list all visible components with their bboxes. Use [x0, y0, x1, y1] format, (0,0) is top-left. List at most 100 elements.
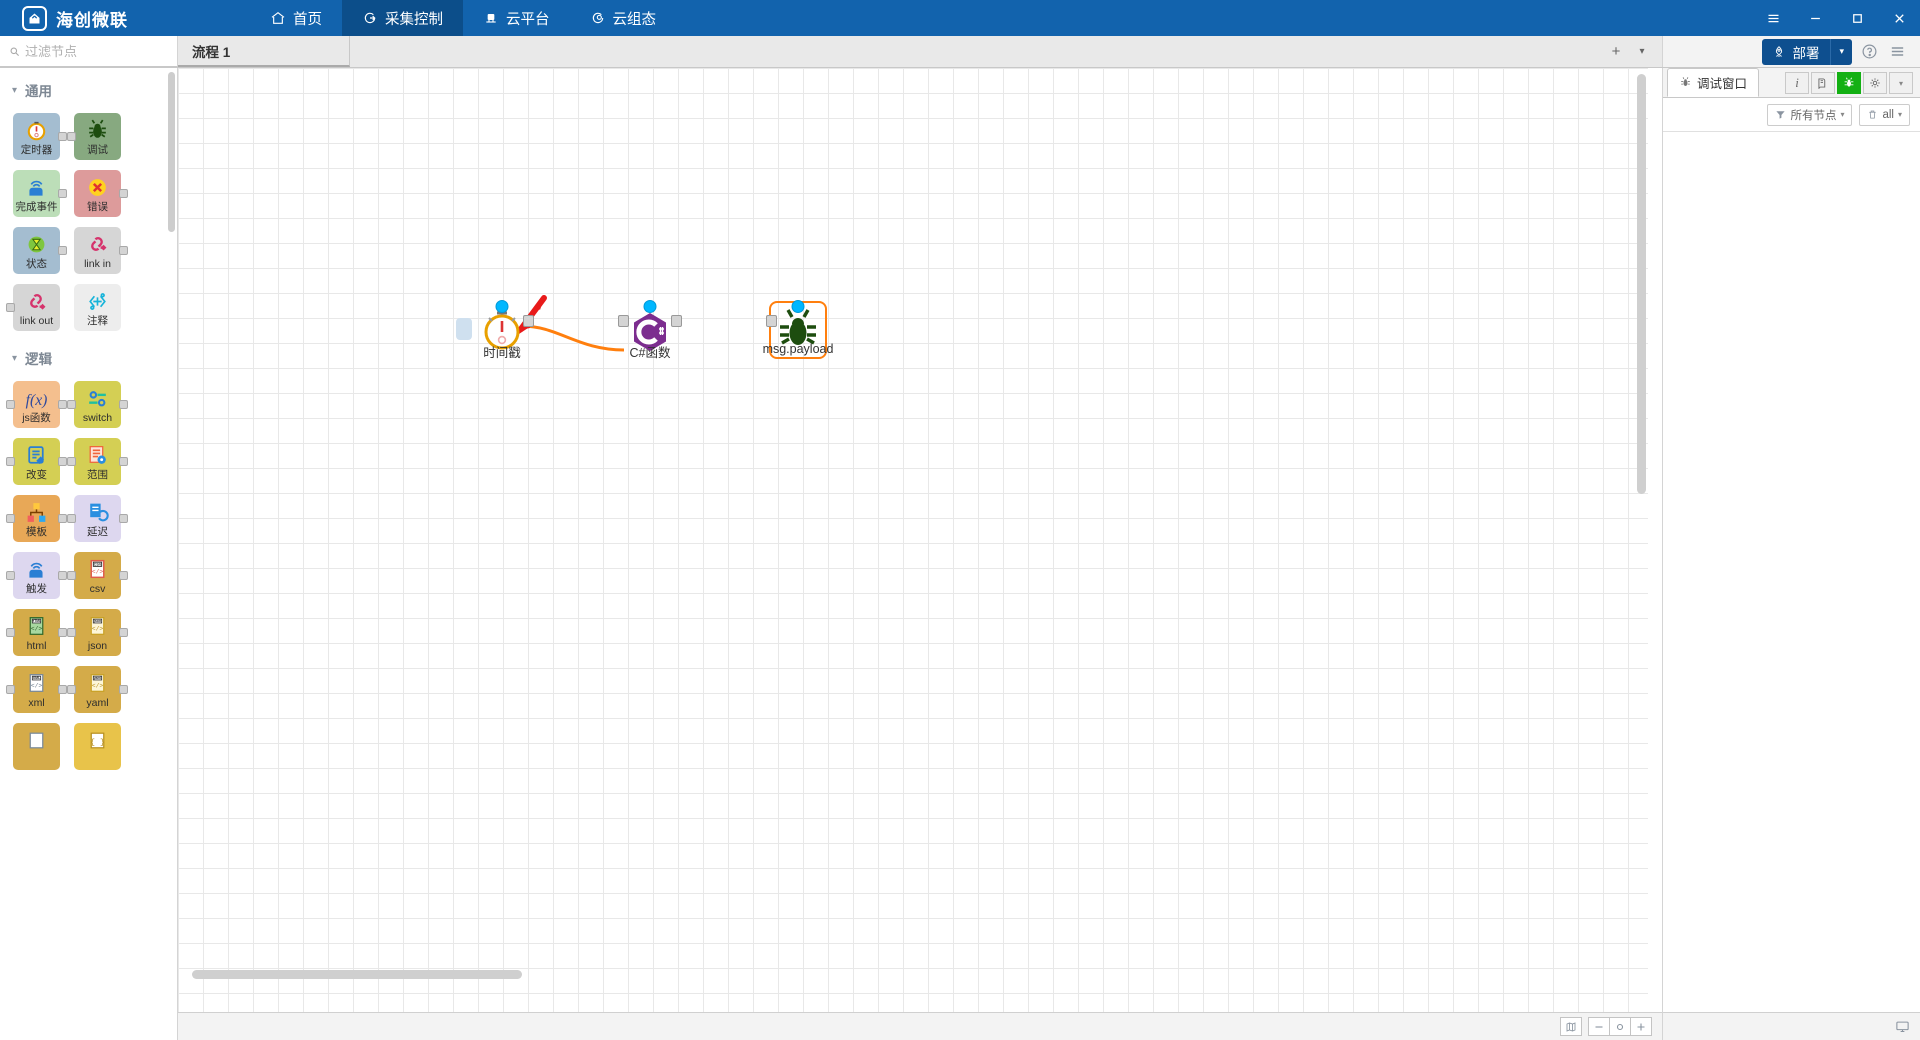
canvas-vertical-scrollbar[interactable] [1637, 74, 1646, 494]
map-navigator-icon[interactable] [1560, 1017, 1582, 1036]
palette-category-logic[interactable]: ▾ 逻辑 [0, 336, 177, 376]
palette-node-link-out[interactable]: link out [6, 284, 60, 331]
palette-node-status[interactable]: 状态 [13, 227, 67, 274]
flow-menu-button[interactable]: ▾ [1630, 40, 1654, 64]
debug-message-list[interactable] [1663, 132, 1920, 1012]
canvas-node-timestamp[interactable]: 时间戳 [456, 300, 534, 360]
palette-node-trigger[interactable]: 触发 [6, 552, 67, 599]
input-port[interactable] [6, 685, 15, 694]
output-port[interactable] [58, 571, 67, 580]
output-port[interactable] [119, 246, 128, 255]
input-port[interactable] [67, 514, 76, 523]
node-status-dot[interactable] [643, 300, 657, 313]
output-port[interactable] [58, 400, 67, 409]
input-port[interactable] [6, 400, 15, 409]
palette-node-change[interactable]: 改变 [6, 438, 67, 485]
output-port[interactable] [58, 514, 67, 523]
minimize-icon[interactable] [1794, 0, 1836, 36]
output-port[interactable] [671, 315, 682, 327]
output-port[interactable] [119, 457, 128, 466]
output-port[interactable] [58, 189, 67, 198]
close-icon[interactable] [1878, 0, 1920, 36]
sidebar-tab-debug[interactable]: 调试窗口 [1667, 68, 1760, 97]
palette-node-xml[interactable]: XML </> xml [6, 666, 67, 713]
palette-scrollbar[interactable] [168, 72, 175, 232]
palette-node-timer[interactable]: 定时器 [13, 113, 67, 160]
help-circle-icon[interactable] [1858, 41, 1880, 63]
input-port[interactable] [67, 132, 76, 141]
output-port[interactable] [119, 571, 128, 580]
palette-node-debug[interactable]: 调试 [67, 113, 121, 160]
palette-node-yaml[interactable]: yaml </> yaml [67, 666, 128, 713]
palette-node-extra-1[interactable] [13, 723, 60, 770]
palette-category-general[interactable]: ▾ 通用 [0, 68, 177, 108]
palette-node-link-in[interactable]: link in [74, 227, 128, 274]
input-port[interactable] [6, 514, 15, 523]
deploy-label-wrap[interactable]: 部署 [1762, 42, 1830, 62]
input-port[interactable] [6, 628, 15, 637]
output-port[interactable] [58, 246, 67, 255]
config-button[interactable] [1863, 72, 1887, 94]
maximize-icon[interactable] [1836, 0, 1878, 36]
zoom-reset-button[interactable] [1609, 1017, 1631, 1036]
zoom-out-button[interactable] [1588, 1017, 1610, 1036]
canvas-node-debug[interactable]: msg.payload [763, 300, 833, 359]
zoom-in-button[interactable] [1630, 1017, 1652, 1036]
input-port[interactable] [67, 628, 76, 637]
debug-button[interactable] [1837, 72, 1861, 94]
add-flow-button[interactable]: + [1604, 40, 1628, 64]
more-button[interactable]: ▾ [1889, 72, 1913, 94]
nav-item-capture-control[interactable]: 采集控制 [342, 0, 463, 36]
input-port[interactable] [6, 457, 15, 466]
output-port[interactable] [58, 457, 67, 466]
input-port[interactable] [766, 315, 777, 327]
palette-node-extra-2[interactable]: { } [74, 723, 121, 770]
search-box[interactable] [0, 36, 178, 67]
output-port[interactable] [119, 400, 128, 409]
palette-node-error[interactable]: 错误 [74, 170, 128, 217]
output-port[interactable] [119, 514, 128, 523]
palette-node-html[interactable]: HTML </> html [6, 609, 67, 656]
input-port[interactable] [67, 400, 76, 409]
output-port[interactable] [58, 628, 67, 637]
output-port[interactable] [119, 189, 128, 198]
flow-canvas[interactable]: 时间戳 C#函数 msg.payload [178, 68, 1648, 1012]
canvas-node-csharp-function[interactable]: C#函数 [618, 300, 682, 360]
palette-node-template[interactable]: 模板 [6, 495, 67, 542]
search-input[interactable] [25, 43, 168, 59]
palette-node-switch[interactable]: switch [67, 381, 128, 428]
monitor-icon[interactable] [1895, 1019, 1910, 1034]
palette-node-comment[interactable]: 注释 [74, 284, 121, 331]
info-button[interactable]: i [1785, 72, 1809, 94]
output-port[interactable] [119, 628, 128, 637]
input-port[interactable] [6, 303, 15, 312]
node-filter-dropdown[interactable]: 所有节点 ▾ [1767, 103, 1853, 126]
node-status-dot[interactable] [791, 300, 805, 313]
palette-node-js-function[interactable]: f(x) js函数 [6, 381, 67, 428]
output-port[interactable] [58, 132, 67, 141]
flow-tab-1[interactable]: 流程 1 [178, 36, 350, 67]
help-book-button[interactable] [1811, 72, 1835, 94]
menu-icon[interactable] [1752, 0, 1794, 36]
palette-node-range[interactable]: 范围 [67, 438, 128, 485]
palette-node-complete-event[interactable]: 完成事件 [13, 170, 67, 217]
output-port[interactable] [523, 315, 534, 327]
hamburger-menu-icon[interactable] [1886, 41, 1908, 63]
input-port[interactable] [67, 685, 76, 694]
palette-node-json[interactable]: json </> json [67, 609, 128, 656]
palette-node-csv[interactable]: CSV </> csv [67, 552, 128, 599]
input-port[interactable] [6, 571, 15, 580]
deploy-caret[interactable]: ▾ [1830, 38, 1852, 65]
input-port[interactable] [618, 315, 629, 327]
output-port[interactable] [119, 685, 128, 694]
nav-item-cloud-platform[interactable]: 云平台 [463, 0, 570, 36]
nav-item-cloud-scada[interactable]: 云组态 [570, 0, 677, 36]
deploy-button[interactable]: 部署 ▾ [1762, 38, 1852, 65]
nav-item-home[interactable]: 首页 [250, 0, 342, 36]
input-port[interactable] [67, 457, 76, 466]
palette-node-delay[interactable]: 延迟 [67, 495, 128, 542]
output-port[interactable] [58, 685, 67, 694]
node-status-dot[interactable] [495, 300, 509, 313]
clear-messages-dropdown[interactable]: all ▾ [1859, 103, 1910, 126]
canvas-horizontal-scrollbar[interactable] [192, 970, 522, 979]
